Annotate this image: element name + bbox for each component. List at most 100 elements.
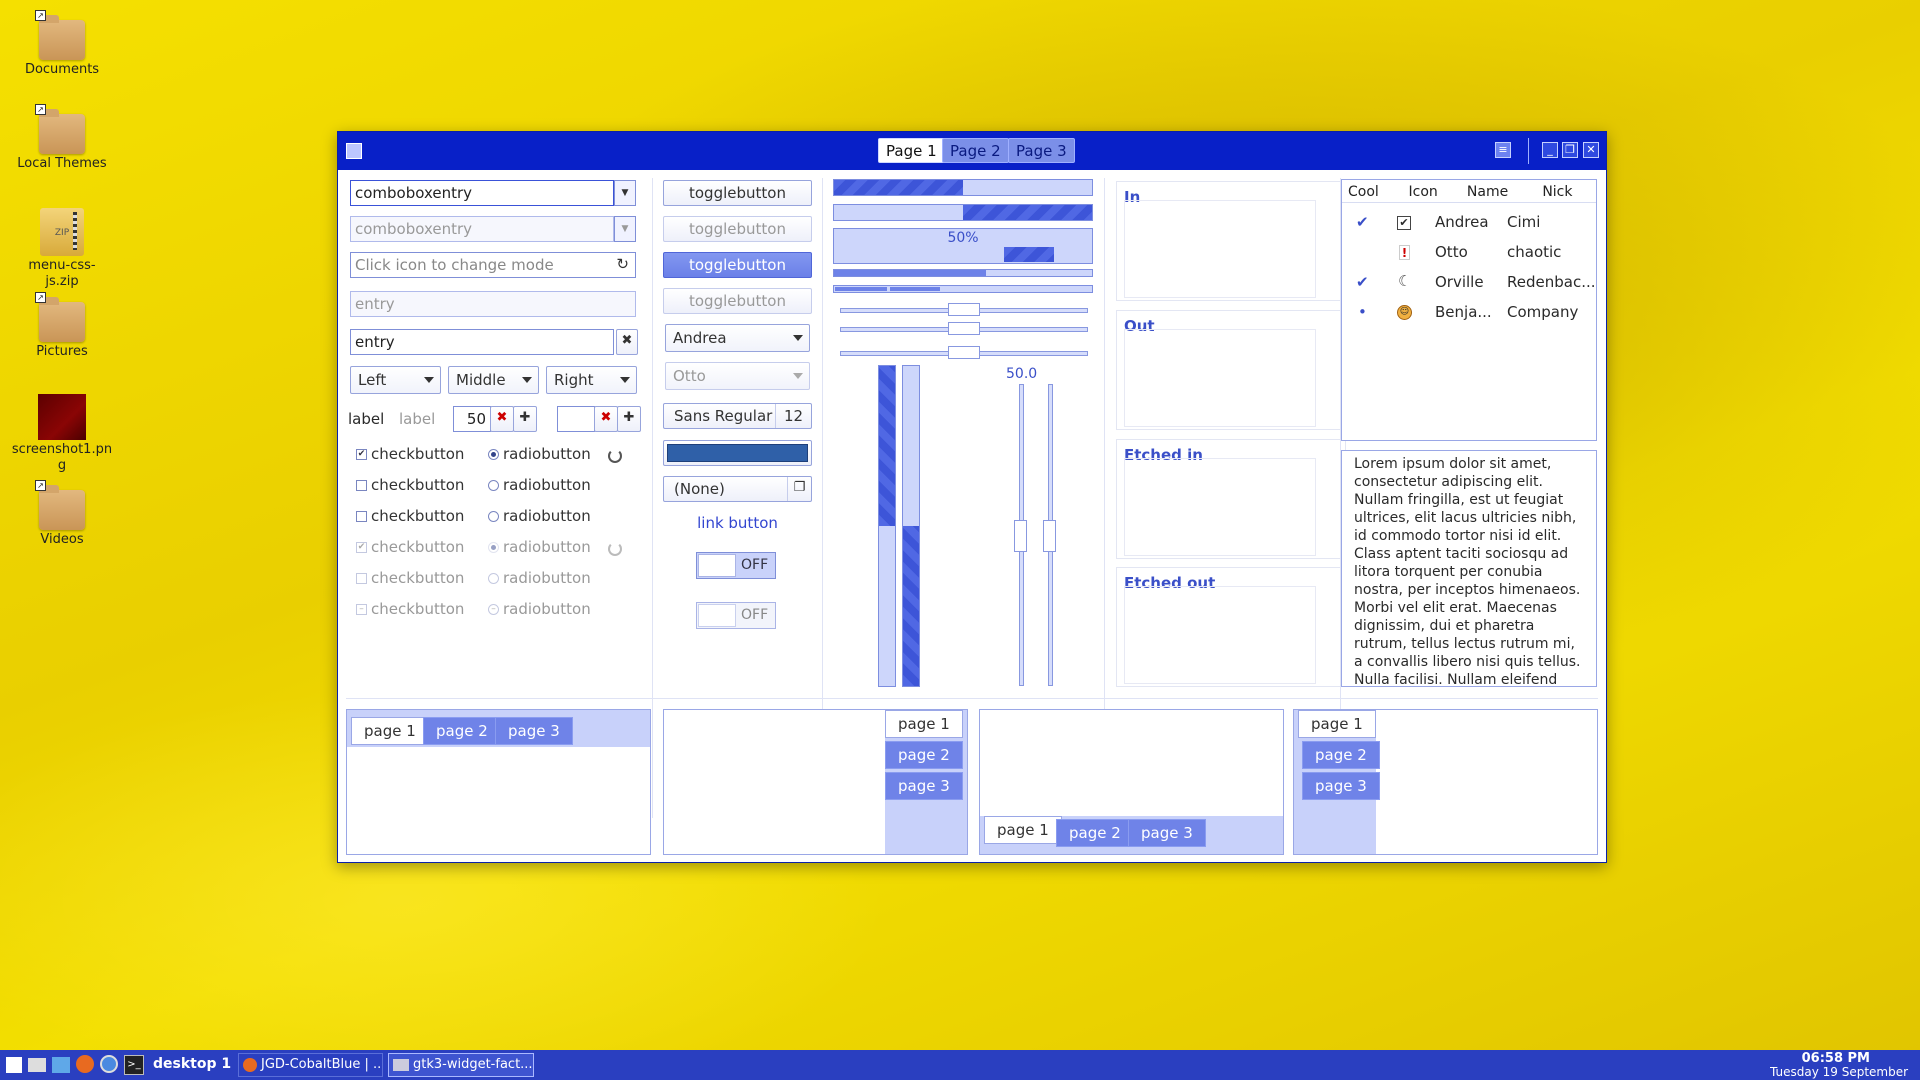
align-right-combo[interactable]: Right — [546, 366, 637, 394]
progress-fill — [963, 205, 1092, 220]
hscale-1[interactable] — [840, 303, 1088, 316]
column-header-name[interactable]: Name — [1461, 180, 1536, 203]
togglebutton[interactable]: togglebutton — [663, 180, 812, 206]
entry[interactable]: entry — [350, 329, 614, 355]
combo-andrea[interactable]: Andrea — [665, 324, 810, 352]
align-middle-combo[interactable]: Middle — [448, 366, 539, 394]
notebook-tab-page-2[interactable]: page 2 — [423, 717, 501, 745]
vscale-1[interactable] — [1014, 384, 1027, 686]
maximize-icon[interactable]: ❐ — [1562, 142, 1578, 158]
desktop-icon-videos[interactable]: ↗ Videos — [8, 480, 116, 547]
table-row[interactable]: ✔ ☾ Orville Redenbac... — [1342, 268, 1596, 298]
text-view[interactable]: Lorem ipsum dolor sit amet, consectetur … — [1341, 450, 1597, 687]
spin-empty[interactable] — [557, 406, 595, 432]
radiobutton-disabled: radiobutton — [488, 538, 591, 556]
spin-value[interactable]: 50 — [453, 406, 491, 432]
radiobutton-label: radiobutton — [503, 538, 591, 556]
chrome-icon[interactable] — [100, 1055, 118, 1073]
task-button[interactable]: JGD-CobaltBlue | ... — [238, 1053, 383, 1077]
minimize-icon[interactable]: _ — [1542, 142, 1558, 158]
progress-label: 50% — [947, 230, 979, 246]
window-icon — [393, 1058, 409, 1071]
checkbutton-checked[interactable]: ✔ checkbutton — [356, 445, 464, 463]
checkbutton[interactable]: checkbutton — [356, 476, 464, 494]
window-titlebar[interactable]: Page 1 Page 2 Page 3 ≡ _ ❐ ✕ — [338, 132, 1606, 170]
radiobutton-disabled: radiobutton — [488, 569, 591, 587]
bird-icon[interactable] — [52, 1057, 70, 1073]
notebook-tab-page-1[interactable]: page 1 — [1298, 710, 1376, 738]
notebook-tab-page-3[interactable]: page 3 — [1302, 772, 1380, 800]
table-row[interactable]: ✔ ✔ Andrea Cimi — [1342, 208, 1596, 238]
notebook-tab-page-1[interactable]: page 1 — [885, 710, 963, 738]
file-chooser-button[interactable]: (None) ❐ — [663, 476, 812, 502]
spin-increase-icon[interactable]: ✚ — [513, 406, 537, 432]
notebook-tab-page-3[interactable]: page 3 — [885, 772, 963, 800]
tab-page-2[interactable]: Page 2 — [942, 138, 1009, 163]
table-row[interactable]: ! Otto chaotic — [1342, 238, 1596, 268]
tab-page-1[interactable]: Page 1 — [878, 138, 945, 163]
clock-time[interactable]: 06:58 PM — [1802, 1051, 1870, 1066]
task-label: gtk3-widget-fact... — [413, 1057, 533, 1072]
show-desktop-icon[interactable] — [6, 1057, 22, 1073]
hscale-3[interactable] — [840, 346, 1088, 359]
hscale-slider[interactable] — [948, 303, 980, 316]
vscale-slider[interactable] — [1043, 520, 1056, 552]
column-header-nick[interactable]: Nick — [1536, 180, 1596, 203]
tab-page-3[interactable]: Page 3 — [1008, 138, 1075, 163]
notebook-tab-page-2[interactable]: page 2 — [1302, 741, 1380, 769]
desktop-icon-local-themes[interactable]: ↗ Local Themes — [8, 104, 116, 171]
desktop-icon-zip[interactable]: ZIP menu-css-js.zip — [8, 208, 116, 290]
chevron-down-icon[interactable]: ▼ — [614, 180, 636, 206]
hscale-2[interactable] — [840, 322, 1088, 335]
task-button-active[interactable]: gtk3-widget-fact... — [388, 1053, 534, 1077]
mode-entry[interactable]: Click icon to change mode ↻ — [350, 252, 636, 278]
label: label — [348, 410, 385, 428]
column-header-icon[interactable]: Icon — [1403, 180, 1461, 203]
vscale-slider[interactable] — [1014, 520, 1027, 552]
hscale-slider[interactable] — [948, 322, 980, 335]
checkbutton[interactable]: checkbutton — [356, 507, 464, 525]
workspace-label[interactable]: desktop 1 — [153, 1056, 231, 1076]
desktop-icon-pictures[interactable]: ↗ Pictures — [8, 292, 116, 359]
firefox-icon[interactable] — [76, 1055, 94, 1073]
close-icon[interactable]: ✕ — [1583, 142, 1599, 158]
spin-increase-icon[interactable]: ✚ — [617, 406, 641, 432]
switch-off[interactable]: OFF — [696, 552, 776, 579]
clear-icon[interactable]: ✖ — [616, 329, 638, 355]
radio-icon — [488, 511, 499, 522]
radiobutton-selected[interactable]: radiobutton — [488, 445, 591, 463]
radiobutton[interactable]: radiobutton — [488, 476, 591, 494]
tree-view[interactable]: Cool Icon Name Nick ✔ ✔ Andrea Cimi ! Ot… — [1341, 179, 1597, 441]
color-button[interactable] — [663, 440, 812, 466]
combo-entry-1[interactable]: comboboxentry — [350, 180, 614, 206]
app-menu-icon[interactable] — [346, 143, 362, 159]
spin-decrease-icon[interactable]: ✖ — [594, 406, 618, 432]
file-manager-icon[interactable] — [28, 1058, 46, 1072]
desktop-icon-screenshot[interactable]: screenshot1.png — [8, 394, 116, 474]
radiobutton-inconsistent: – radiobutton — [488, 600, 591, 618]
column-header-cool[interactable]: Cool — [1342, 180, 1403, 203]
notebook-tab-page-3[interactable]: page 3 — [1128, 819, 1206, 847]
refresh-icon[interactable]: ↻ — [616, 255, 629, 273]
table-row[interactable]: • ☺ Benja... Company — [1342, 298, 1596, 328]
combo-entry-2: comboboxentry — [350, 216, 614, 242]
spinner-icon — [608, 449, 622, 463]
togglebutton-active[interactable]: togglebutton — [663, 252, 812, 278]
notebook-tab-page-1[interactable]: page 1 — [984, 816, 1062, 844]
frame-inner — [1124, 329, 1316, 427]
notebook-tab-page-3[interactable]: page 3 — [495, 717, 573, 745]
hscale-slider[interactable] — [948, 346, 980, 359]
desktop-icon-documents[interactable]: ↗ Documents — [8, 10, 116, 77]
hamburger-menu-icon[interactable]: ≡ — [1495, 142, 1511, 158]
link-button[interactable]: link button — [663, 514, 812, 532]
notebook-tab-page-1[interactable]: page 1 — [351, 717, 429, 745]
radiobutton[interactable]: radiobutton — [488, 507, 591, 525]
image-thumbnail-icon — [38, 394, 86, 440]
terminal-icon[interactable]: >_ — [124, 1055, 144, 1075]
vscale-2[interactable] — [1043, 384, 1056, 686]
notebook-tab-page-2[interactable]: page 2 — [1056, 819, 1134, 847]
spin-decrease-icon[interactable]: ✖ — [490, 406, 514, 432]
notebook-tab-page-2[interactable]: page 2 — [885, 741, 963, 769]
font-button[interactable]: Sans Regular 12 — [663, 403, 812, 429]
align-left-combo[interactable]: Left — [350, 366, 441, 394]
